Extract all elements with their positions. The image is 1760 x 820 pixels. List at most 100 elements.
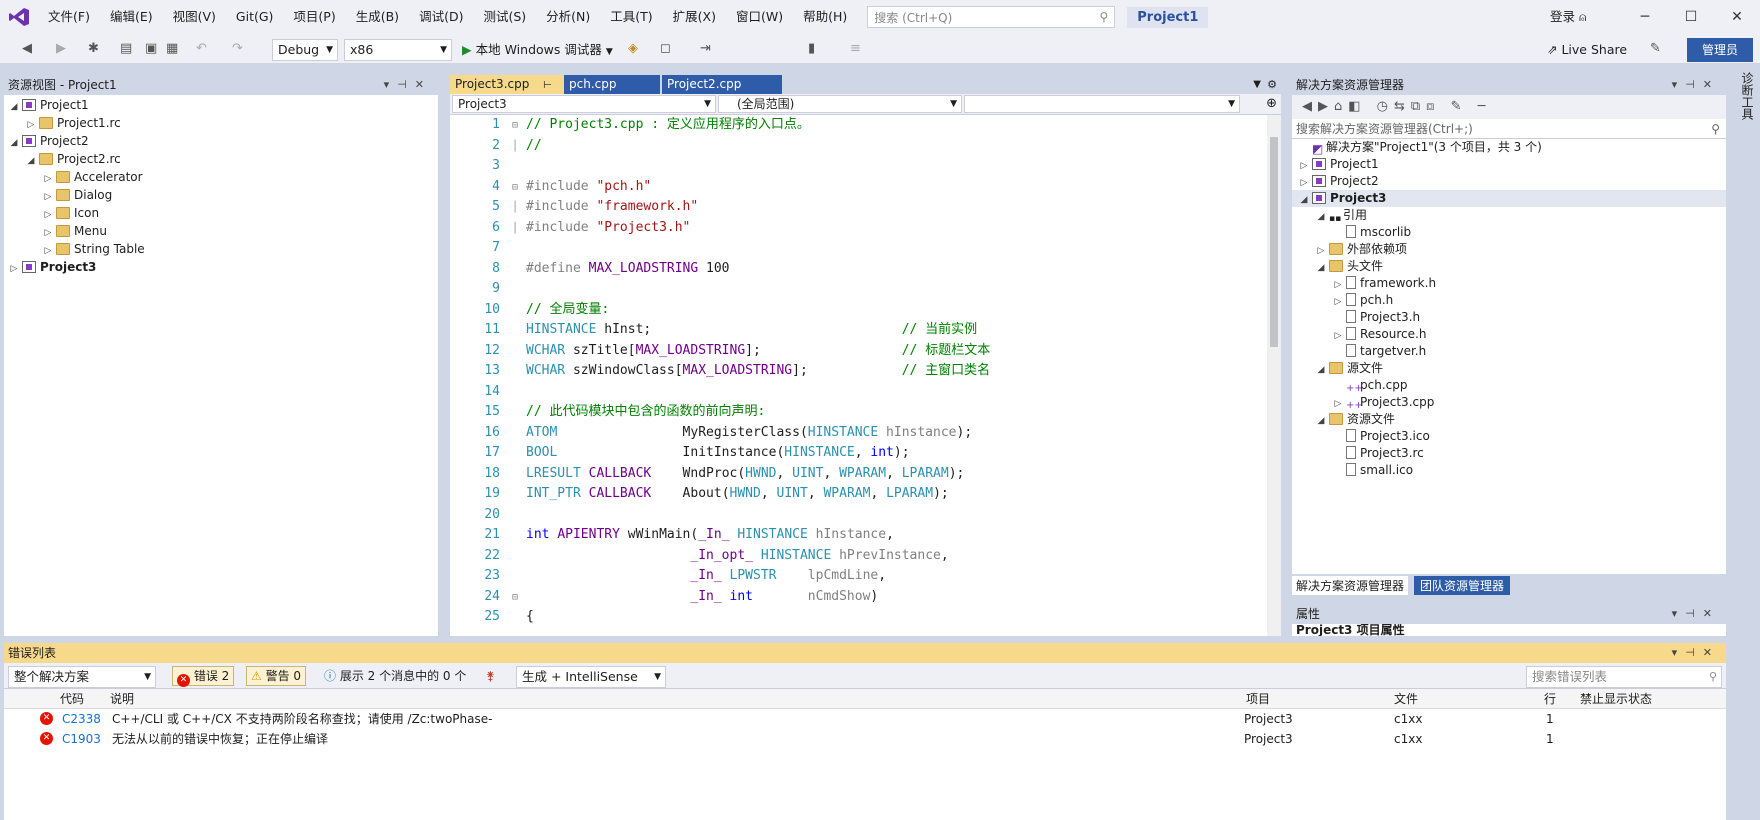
scroll-thumb[interactable] — [1270, 137, 1278, 347]
new-item-icon[interactable]: ✱ — [88, 40, 99, 58]
menu-item[interactable]: 视图(V) — [163, 0, 226, 34]
resource-tree-item[interactable]: ▷ String Table — [42, 239, 145, 259]
solution-tree-item[interactable]: ▷ Project2 — [1298, 173, 1379, 190]
menu-item[interactable]: 帮助(H) — [793, 0, 857, 34]
error-code[interactable]: C2338 — [62, 709, 101, 729]
col-file[interactable]: 文件 — [1394, 689, 1418, 709]
scope-select[interactable]: 整个解决方案 ▼ — [8, 666, 156, 688]
solution-tree-item[interactable]: small.ico — [1332, 462, 1413, 479]
menu-item[interactable]: 测试(S) — [473, 0, 536, 34]
errors-filter-button[interactable]: ✕ 错误 2 — [172, 666, 235, 687]
pin-icon[interactable]: ⊢ — [543, 80, 552, 91]
resource-tree-item[interactable]: ▷ Dialog — [42, 185, 113, 205]
visual-studio-logo-icon[interactable] — [0, 0, 38, 34]
menu-item[interactable]: 生成(B) — [346, 0, 409, 34]
attach-icon[interactable]: ◈ — [628, 40, 638, 58]
bookmark-icon[interactable]: ▮ — [808, 40, 815, 58]
solution-tree-item[interactable]: ▷ Project1 — [1298, 156, 1379, 173]
menu-item[interactable]: 分析(N) — [536, 0, 600, 34]
diagnostic-tools-strip[interactable]: 诊断工具 — [1734, 64, 1760, 820]
menu-item[interactable]: 工具(T) — [600, 0, 662, 34]
feedback-icon[interactable]: ✎ — [1650, 40, 1661, 58]
open-icon[interactable]: ▤ — [120, 40, 132, 58]
error-row[interactable]: ✕ C2338 C++/CLI 或 C++/CX 不支持两阶段名称查找；请使用 … — [4, 709, 1726, 729]
resource-tree-item[interactable]: ◢ Project1 — [8, 95, 89, 115]
screenshot-icon[interactable]: ◻ — [660, 40, 671, 58]
collapse-icon[interactable]: ◢ — [25, 151, 37, 171]
undo-icon[interactable]: ↶ — [196, 40, 207, 58]
solution-tree-item[interactable]: mscorlib — [1332, 224, 1411, 241]
platform-select[interactable]: x86 ▼ — [344, 39, 452, 61]
panel-buttons[interactable]: ▾⊣✕ — [1672, 604, 1720, 624]
tab-solution-explorer[interactable]: 解决方案资源管理器 — [1292, 576, 1409, 595]
admin-badge[interactable]: 管理员 — [1687, 38, 1753, 62]
solution-tree-item[interactable]: ◢ Project3 — [1292, 190, 1726, 207]
menu-item[interactable]: 项目(P) — [283, 0, 345, 34]
tab-project2-cpp[interactable]: Project2.cpp — [662, 75, 782, 94]
error-row[interactable]: ✕ C1903 无法从以前的错误中恢复；正在停止编译 Project3 c1xx… — [4, 729, 1726, 749]
forward-icon[interactable]: ▶ — [56, 40, 66, 58]
solution-tree-item[interactable]: ▷ ++Project3.cpp — [1332, 394, 1435, 411]
solution-tree-item[interactable]: targetver.h — [1332, 343, 1426, 360]
resource-tree-item[interactable]: ▷ Project1.rc — [25, 113, 121, 133]
menu-item[interactable]: 编辑(E) — [100, 0, 163, 34]
scope-dropdown[interactable]: (全局范围) ▼ — [718, 95, 962, 113]
solution-tree-item[interactable]: ◩ 解决方案"Project1"(3 个项目，共 3 个) — [1298, 139, 1542, 156]
solution-tree-item[interactable]: ◢ 资源文件 — [1315, 411, 1395, 428]
save-all-icon[interactable]: ▦ — [166, 40, 178, 58]
expand-icon[interactable]: ▷ — [8, 259, 20, 279]
collapse-icon[interactable]: ◢ — [1298, 192, 1310, 209]
panel-buttons[interactable]: ▾⊣✕ — [384, 75, 432, 95]
col-description[interactable]: 说明 — [110, 689, 134, 709]
messages-filter-button[interactable]: ⓘ 展示 2 个消息中的 0 个 — [324, 666, 466, 686]
col-line[interactable]: 行 — [1544, 689, 1556, 709]
menu-item[interactable]: 调试(D) — [409, 0, 473, 34]
filter-icon[interactable]: ⚵ — [486, 666, 495, 686]
error-code[interactable]: C1903 — [62, 729, 101, 749]
step-icon[interactable]: ⇥ — [700, 40, 711, 58]
solution-tree-item[interactable]: ◢ ▪▪ 引用 — [1315, 207, 1367, 224]
build-filter-select[interactable]: 生成 + IntelliSense ▼ — [516, 666, 666, 688]
menu-item[interactable]: Git(G) — [226, 0, 284, 34]
maximize-button[interactable]: ☐ — [1668, 0, 1714, 34]
solution-tree-item[interactable]: ▷ framework.h — [1332, 275, 1436, 292]
live-share-button[interactable]: ⇗ Live Share — [1547, 39, 1627, 61]
resource-tree-item[interactable]: ◢ Project2 — [8, 131, 89, 151]
close-window-button[interactable]: ✕ — [1714, 0, 1760, 34]
tab-team-explorer[interactable]: 团队资源管理器 — [1414, 576, 1511, 595]
resource-tree-item[interactable]: ▷ Project3 — [8, 257, 97, 279]
collapse-icon[interactable]: ◢ — [1315, 209, 1327, 226]
vertical-scrollbar[interactable] — [1267, 115, 1281, 636]
tab-dropdown-icon[interactable]: ▼ — [1253, 75, 1261, 94]
login-link[interactable]: 登录 ⍝ — [1550, 0, 1587, 34]
resource-tree-item[interactable]: ▷ Menu — [42, 221, 107, 241]
solution-tree-item[interactable]: Project3.rc — [1332, 445, 1424, 462]
col-code[interactable]: 代码 — [60, 689, 84, 709]
collapse-icon[interactable]: ◢ — [8, 97, 20, 117]
split-icon[interactable]: ⊕ — [1266, 96, 1277, 111]
resource-tree-item[interactable]: ◢ Project2.rc — [25, 149, 121, 169]
col-suppression[interactable]: 禁止显示状态 — [1580, 689, 1652, 709]
error-search-input[interactable]: 搜索错误列表 ⚲ — [1526, 666, 1722, 688]
project-dropdown[interactable]: Project3 ▼ — [452, 95, 716, 113]
search-box[interactable]: 搜索 (Ctrl+Q) ⚲ — [867, 6, 1116, 28]
start-debug-button[interactable]: ▶ 本地 Windows 调试器 ▼ — [462, 39, 613, 61]
settings-gear-icon[interactable]: ⚙ — [1267, 75, 1277, 94]
solution-tree-item[interactable]: ◢ 头文件 — [1315, 258, 1383, 275]
collapse-icon[interactable]: ◢ — [1315, 362, 1327, 379]
collapse-icon[interactable]: ◢ — [1315, 260, 1327, 277]
solution-tree-item[interactable]: ▷ 外部依赖项 — [1315, 241, 1407, 258]
menu-item[interactable]: 扩展(X) — [663, 0, 726, 34]
save-icon[interactable]: ▣ — [145, 40, 157, 58]
solution-tree-item[interactable]: Project3.ico — [1332, 428, 1430, 445]
code-area[interactable]: 1 ⊟// Project3.cpp : 定义应用程序的入口点。 2 │// 3 4… — [450, 115, 1281, 636]
panel-buttons[interactable]: ▾⊣✕ — [1672, 643, 1720, 663]
config-select[interactable]: Debug ▼ — [272, 39, 338, 61]
solution-tree-item[interactable]: ▷ Resource.h — [1332, 326, 1426, 343]
solution-toolbar[interactable]: ◀▶⌂◧ ◷⇆⧉⧈ ✎ ─ — [1292, 95, 1726, 119]
tab-project3-cpp[interactable]: Project3.cpp ⊢ ✕ — [450, 75, 564, 111]
back-icon[interactable]: ◀ — [22, 40, 32, 58]
solution-tree-item[interactable]: ◢ 源文件 — [1315, 360, 1383, 377]
tab-pch-cpp[interactable]: pch.cpp — [564, 75, 660, 94]
menu-item[interactable]: 文件(F) — [38, 0, 100, 34]
